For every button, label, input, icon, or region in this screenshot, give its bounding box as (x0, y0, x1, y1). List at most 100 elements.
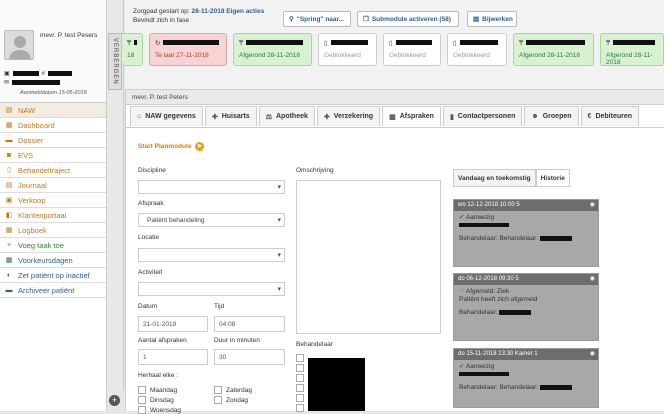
module-card-status: 18 (127, 52, 135, 59)
behandelaar-list-redacted (308, 358, 365, 411)
afspraak-select[interactable]: Patiënt behandeling (138, 213, 285, 227)
module-card-status: Geblokkeerd (324, 52, 361, 59)
day-checkbox-zondag[interactable]: Zondag (214, 396, 248, 404)
module-card[interactable]: ₸ Afgerond 28-11-2018 (600, 33, 664, 66)
sidebar-item-label: NAW (18, 105, 36, 115)
sidebar-item-label: Logboek (18, 225, 47, 235)
module-card[interactable]: ▯ Geblokkeerd (318, 33, 377, 66)
add-circle-icon[interactable]: + (109, 395, 120, 406)
folder-icon: ▬ (5, 136, 13, 144)
module-card-status: Afgerond 28-11-2018 (519, 52, 580, 59)
sidebar-item-logboek[interactable]: ▦ Logboek (0, 223, 106, 238)
day-checkbox-zaterdag[interactable]: Zaterdag (214, 386, 252, 394)
eye-icon[interactable]: ◉ (590, 350, 595, 357)
sidebar-item-voeg-taak-toe[interactable]: + Voeg taak toe (0, 238, 106, 253)
discipline-select[interactable] (138, 180, 285, 194)
module-card[interactable]: ₸ Afgerond 28-11-2018 (233, 33, 312, 66)
appointment-status: ✔ Aanwezig (459, 214, 495, 221)
eye-icon[interactable]: ◉ (590, 201, 595, 208)
check-icon: ✔ (459, 363, 465, 370)
tab-debiteuren[interactable]: € Debiteuren (580, 106, 639, 126)
history-tabs: Vandaag en toekomstig Historie (453, 169, 570, 187)
day-checkbox-maandag[interactable]: Maandag (138, 386, 177, 394)
start-planmodule-link[interactable]: Start Planmodule ▶ (138, 142, 205, 151)
sidebar-item-label: EVS (18, 150, 34, 160)
appointment-card[interactable]: wo 12-12-2018 10:00 5 ◉ ✔ Aanwezig Behandel… (453, 199, 599, 267)
behandelaar-checkbox[interactable] (296, 374, 304, 382)
calendar-icon: ▦ (389, 113, 396, 121)
archive-icon: ▬ (5, 286, 13, 294)
sidebar-nav: ▤ NAW ▦ Dashboard ▬ Dossier ◙ EVS ▯ Behandeltraje… (0, 103, 106, 298)
behandelaar-checkbox[interactable] (296, 354, 304, 362)
module-card[interactable]: ↻ Te laat 27-11-2018 (149, 33, 227, 66)
appointment-body: ✕ Afgemeld: Ziek Patiënt heeft zich afgem… (454, 285, 598, 320)
zorgpad-bar: Zorgpad gestart op: 28-11-2018 Eigen act… (121, 0, 664, 90)
activiteit-select[interactable] (138, 282, 285, 296)
module-card[interactable]: ▯ Geblokkeerd (383, 33, 441, 66)
module-card[interactable]: ₸ Afgerond 28-11-2018 (513, 33, 594, 66)
sidebar-item-dashboard[interactable]: ▦ Dashboard (0, 118, 106, 133)
sidebar-item-journaal[interactable]: ▤ Journaal (0, 178, 106, 193)
behandelaar-checkbox[interactable] (296, 364, 304, 372)
address-icon: ▣ (4, 71, 10, 77)
sidebar-item-behandeltraject[interactable]: ▯ Behandeltraject (0, 163, 106, 178)
sidebar-item-voorkeursdagen[interactable]: ▦ Voorkeursdagen (0, 253, 106, 268)
sidebar-item-archiveer-pati-nt[interactable]: ▬ Archiveer patiënt (0, 283, 106, 298)
eye-icon[interactable]: ◉ (590, 275, 595, 282)
behandelaar-checkbox[interactable] (296, 394, 304, 402)
tab-historie[interactable]: Historie (535, 169, 570, 187)
appointment-note: Patiënt heeft zich afgemeld (459, 296, 538, 303)
verbergen-toggle[interactable]: VERBERGEN (108, 33, 122, 90)
locatie-select[interactable] (138, 248, 285, 262)
aantal-input[interactable]: 1 (138, 349, 208, 365)
zorgpad-prefix: Zorgpad gestart op: (133, 8, 190, 15)
sidebar-item-klantenportaal[interactable]: ◧ Klantenportaal (0, 208, 106, 223)
tab-huisarts[interactable]: ✚ Huisarts (204, 106, 257, 126)
tab-apotheek[interactable]: ⚖ Apotheek (258, 106, 315, 126)
afspraak-label: Afspraak (138, 200, 164, 207)
patient-email-line: ✉ (4, 79, 61, 86)
datum-input[interactable]: 21-01-2019 (138, 316, 208, 332)
sidebar-item-naw[interactable]: ▤ NAW (0, 103, 106, 118)
duur-input[interactable]: 30 (214, 349, 285, 365)
behandelaar-checkbox[interactable] (296, 384, 304, 392)
stage-icon: ₸ (606, 39, 611, 47)
tab-groepen[interactable]: ☻ Groepen (524, 106, 579, 126)
stage-icon: ₸ (127, 39, 132, 47)
tijd-input[interactable]: 04:08 (214, 316, 285, 332)
registration-date: Aanmelddatum 15-05-2018 (20, 90, 87, 96)
sidebar-item-evs[interactable]: ◙ EVS (0, 148, 106, 163)
sidebar-item-verkoop[interactable]: ▣ Verkoop (0, 193, 106, 208)
sidebar-item-dossier[interactable]: ▬ Dossier (0, 133, 106, 148)
day-checkbox-dinsdag[interactable]: Dinsdag (138, 396, 174, 404)
sidebar-item-zet-pati-nt-op-inactief[interactable]: ◐ Zet patiënt op inactief (0, 268, 106, 283)
appointment-card[interactable]: do 06-12-2018 09:30 5 ◉ ✕ Afgemeld: Ziek Pa… (453, 273, 599, 341)
appointment-body: ✔ Aanwezig Behandelaar: Behandelaar: (454, 360, 598, 395)
spring-naar-button[interactable]: ⚲ "Spring" naar... (283, 11, 351, 27)
appointment-card[interactable]: do 15-11-2018 13:30 Kamer 1 ◉ ✔ Aanwezig Be… (453, 348, 599, 408)
sidebar-item-label: Voorkeursdagen (18, 255, 73, 265)
insurance-icon: ✚ (323, 113, 330, 121)
discipline-label: Discipline (138, 167, 166, 174)
appointment-behandelaar: Behandelaar: Behandelaar: (459, 235, 593, 243)
scale-icon: ⚖ (265, 113, 272, 121)
tab-afspraken[interactable]: ▦ Afspraken (382, 106, 441, 126)
sidebar-item-label: Voeg taak toe (18, 240, 64, 250)
portal-icon: ◧ (5, 212, 13, 219)
tab-verzekering[interactable]: ✚ Verzekering (316, 106, 381, 126)
submodule-activeren-button[interactable]: ❐ Submodule activeren (58) (357, 11, 459, 27)
bijwerken-button[interactable]: ▤ Bijwerken (467, 11, 517, 27)
module-card-status: Afgerond 28-11-2018 (606, 52, 653, 66)
appointment-header: wo 12-12-2018 10:00 5 ◉ (454, 200, 598, 211)
herhaal-label: Herhaal elke : (138, 372, 179, 379)
tab-contactpersonen[interactable]: ▮ Contactpersonen (442, 106, 523, 126)
module-card[interactable]: ₸ 18 (121, 33, 143, 66)
omschrijving-textarea[interactable] (296, 180, 441, 334)
zorgpad-action-link[interactable]: Eigen acties (226, 8, 264, 15)
day-checkbox-woensdag[interactable]: Woensdag (138, 406, 181, 414)
module-card[interactable]: ▯ Geblokkeerd (447, 33, 507, 66)
tab-naw-gegevens[interactable]: ⌂ NAW gegevens (130, 106, 203, 126)
tab-vandaag-en-toekomstig[interactable]: Vandaag en toekomstig (453, 169, 536, 187)
play-icon: ▶ (195, 142, 205, 151)
stage-icon: ₸ (519, 39, 524, 47)
